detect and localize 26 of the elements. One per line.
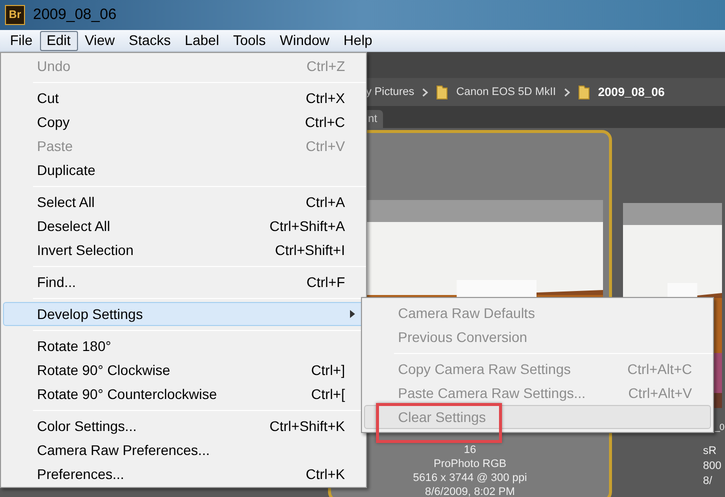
menu-bar-item[interactable]: Edit [40, 30, 78, 50]
menu-bar-item[interactable]: File [3, 30, 40, 50]
menu-bar-item[interactable]: Label [178, 30, 226, 50]
chevron-icon [564, 88, 570, 96]
menu-bar-item[interactable]: Help [336, 30, 380, 50]
app-logo: Br [5, 5, 25, 25]
path-segment[interactable]: 2009_08_06 [598, 83, 665, 101]
window-title: 2009_08_06 [33, 4, 116, 25]
folder-icon [436, 84, 448, 100]
file-info-text: sR [703, 444, 718, 459]
menu-bar-item[interactable]: Window [272, 30, 337, 50]
file-info-text: 5616 x 3744 @ 300 ppi [413, 471, 527, 485]
menu-item[interactable]: Develop Settings [3, 302, 364, 326]
file-info-text: 800 [703, 459, 722, 474]
file-info-text: 16 [464, 443, 476, 457]
menu-bar-item[interactable]: Tools [226, 30, 273, 50]
file-info-text: 8/ [703, 474, 714, 489]
file-info-text: _0 [715, 421, 722, 434]
path-segment[interactable]: Canon EOS 5D MkII [456, 84, 556, 100]
file-info-text: ProPhoto RGB [434, 457, 506, 471]
menu-bar-item[interactable]: Stacks [122, 30, 178, 50]
menu-bar-item[interactable]: View [78, 30, 122, 50]
menu-item[interactable]: Cut Ctrl+X [3, 86, 364, 110]
chevron-icon [422, 88, 428, 96]
file-info-text: 8/6/2009, 8:02 PM [425, 485, 515, 497]
folder-icon [578, 84, 590, 100]
